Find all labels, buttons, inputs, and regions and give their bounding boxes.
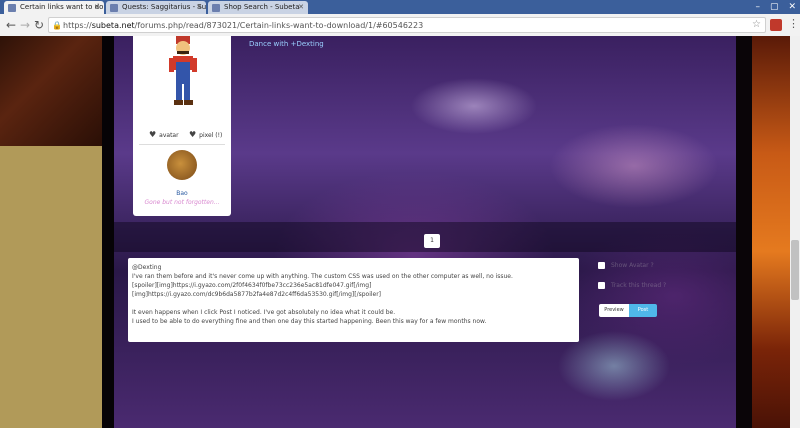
url-host: subeta.net bbox=[91, 21, 135, 30]
address-bar[interactable]: 🔒 https://subeta.net/forums.php/read/873… bbox=[48, 17, 766, 33]
reply-line: [spoiler][img]https://i.gyazo.com/2f0f46… bbox=[132, 282, 372, 289]
close-icon[interactable]: ✕ bbox=[298, 1, 304, 14]
bookmark-star-icon[interactable]: ☆ bbox=[752, 17, 761, 33]
tab-shop-search[interactable]: Shop Search - Subeta ✕ bbox=[208, 1, 308, 14]
pet-image[interactable] bbox=[167, 150, 197, 180]
forward-icon[interactable]: → bbox=[20, 18, 30, 32]
action-label: avatar bbox=[159, 132, 179, 139]
close-icon[interactable]: ✕ bbox=[196, 1, 202, 14]
extension-icon[interactable] bbox=[770, 19, 782, 31]
lock-icon: 🔒 bbox=[52, 21, 62, 30]
avatar[interactable] bbox=[163, 36, 203, 108]
back-icon[interactable]: ← bbox=[6, 18, 16, 32]
divider bbox=[139, 144, 225, 145]
reply-line: [img]https://i.gyazo.com/dc9b6da5877b2fa… bbox=[132, 291, 382, 298]
track-thread-checkbox[interactable] bbox=[598, 282, 605, 289]
minimize-icon[interactable]: – bbox=[755, 2, 760, 12]
scrollbar-track[interactable] bbox=[790, 36, 800, 428]
tab-label: Shop Search - Subeta bbox=[224, 3, 300, 11]
option-label: Show Avatar ? bbox=[611, 262, 654, 269]
tab-label: Certain links want to do bbox=[20, 3, 104, 11]
menu-icon[interactable]: ⋮ bbox=[788, 17, 799, 30]
scrollbar-thumb[interactable] bbox=[791, 240, 799, 300]
submit-buttons: Preview Post bbox=[599, 304, 657, 317]
subeta-favicon-icon bbox=[212, 4, 220, 12]
show-avatar-option[interactable]: Show Avatar ? bbox=[598, 262, 718, 272]
browser-toolbar: ← → ↻ 🔒 https://subeta.net/forums.php/re… bbox=[0, 14, 800, 37]
reload-icon[interactable]: ↻ bbox=[34, 18, 44, 32]
heart-icon: ♥ bbox=[189, 130, 197, 139]
tab-quests[interactable]: Quests: Saggitarius - Sub ✕ bbox=[106, 1, 206, 14]
maximize-icon[interactable]: ▢ bbox=[770, 2, 779, 12]
tab-label: Quests: Saggitarius - Sub bbox=[122, 3, 206, 11]
pet-name-link[interactable]: Bao bbox=[133, 190, 231, 197]
left-background bbox=[0, 36, 102, 428]
preview-button[interactable]: Preview bbox=[599, 304, 629, 317]
left-border bbox=[102, 36, 114, 428]
close-window-icon[interactable]: ✕ bbox=[788, 2, 796, 12]
action-label: pixel (!) bbox=[199, 132, 223, 139]
reply-line: I've ran them before and it's never come… bbox=[132, 273, 513, 280]
subeta-favicon-icon bbox=[8, 4, 16, 12]
reply-line: @Dexting bbox=[132, 264, 162, 271]
subeta-favicon-icon bbox=[110, 4, 118, 12]
url-path: /forums.php/read/873021/Certain-links-wa… bbox=[134, 21, 424, 30]
option-label: Track this thread ? bbox=[611, 282, 667, 289]
heart-icon: ♥ bbox=[149, 130, 157, 139]
dance-link[interactable]: Dance with +Dexting bbox=[249, 40, 324, 48]
reply-line: I used to be able to do everything fine … bbox=[132, 318, 487, 325]
track-thread-option[interactable]: Track this thread ? bbox=[598, 282, 718, 292]
tab-certain-links[interactable]: Certain links want to do ✕ bbox=[4, 1, 104, 14]
page-viewport: ♥ avatar ♥ pixel (!) Bao Gone but not forg… bbox=[0, 36, 800, 428]
pixel-action[interactable]: ♥ pixel (!) bbox=[189, 130, 222, 140]
right-border bbox=[736, 36, 752, 428]
avatar-action[interactable]: ♥ avatar bbox=[149, 130, 179, 140]
tab-bar: Certain links want to do ✕ Quests: Saggi… bbox=[0, 0, 800, 14]
post-author-card: ♥ avatar ♥ pixel (!) Bao Gone but not forg… bbox=[133, 36, 231, 216]
reply-line bbox=[132, 299, 575, 308]
reply-textarea[interactable]: @Dexting I've ran them before and it's n… bbox=[128, 258, 579, 342]
pet-tagline: Gone but not forgotten... bbox=[144, 199, 220, 206]
reply-line: It even happens when I click Post I noti… bbox=[132, 309, 396, 316]
close-icon[interactable]: ✕ bbox=[94, 1, 100, 14]
url-prefix: https:// bbox=[63, 21, 92, 30]
post-button[interactable]: Post bbox=[629, 304, 657, 317]
page-number-button[interactable]: 1 bbox=[424, 234, 440, 248]
window-controls: – ▢ ✕ bbox=[755, 0, 796, 14]
show-avatar-checkbox[interactable] bbox=[598, 262, 605, 269]
